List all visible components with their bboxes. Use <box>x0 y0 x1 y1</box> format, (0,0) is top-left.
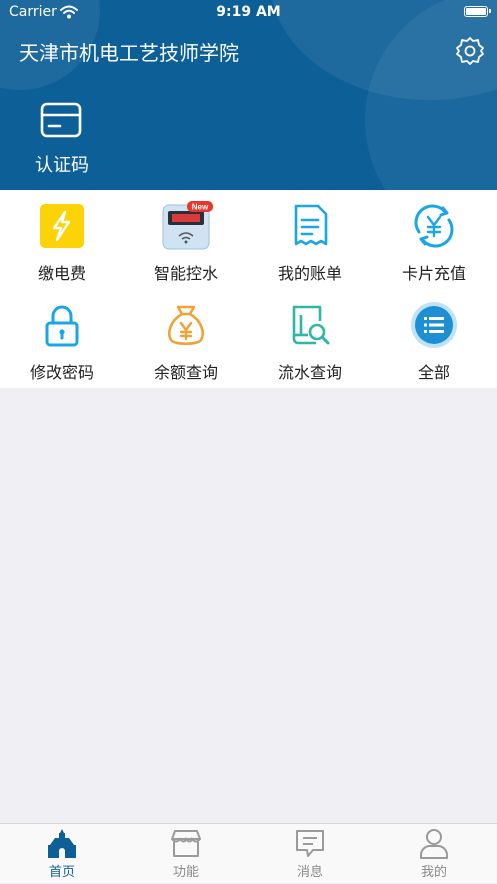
function-balance-query[interactable]: 余额查询 <box>124 289 248 388</box>
function-my-bill[interactable]: 我的账单 <box>248 190 372 289</box>
new-badge-label: New <box>192 203 209 212</box>
settings-gear-icon[interactable] <box>455 36 485 66</box>
tab-messages[interactable]: 消息 <box>248 824 372 884</box>
balance-bag-icon <box>168 305 204 346</box>
all-list-icon <box>411 302 457 348</box>
function-label: 余额查询 <box>153 363 218 382</box>
auth-code-button[interactable]: 认证码 <box>24 96 100 180</box>
new-badge: New <box>187 201 213 212</box>
card-recharge-icon <box>414 204 454 248</box>
message-icon <box>296 830 324 857</box>
function-card-recharge[interactable]: 卡片充值 <box>372 190 496 289</box>
function-all[interactable]: 全部 <box>372 289 496 388</box>
function-label: 智能控水 <box>153 264 218 283</box>
electricity-bill-icon <box>40 204 84 248</box>
store-icon <box>171 830 201 857</box>
tab-home[interactable]: 首页 <box>0 824 124 884</box>
tab-label: 首页 <box>48 865 75 880</box>
function-change-password[interactable]: 修改密码 <box>0 289 124 388</box>
person-icon <box>420 829 448 859</box>
function-pay-electricity[interactable]: 缴电费 <box>0 190 124 289</box>
auth-code-label: 认证码 <box>35 155 89 176</box>
function-transaction-query[interactable]: 流水查询 <box>248 289 372 388</box>
function-grid: 缴电费 New 智能控水 我的账单 卡片充值 修改密码 余额查询 流水查询 全部 <box>0 190 497 388</box>
bill-icon <box>294 204 328 246</box>
tab-bar: 首页 功能 消息 我的 <box>0 823 497 883</box>
function-label: 修改密码 <box>29 363 94 382</box>
function-label: 我的账单 <box>277 264 342 283</box>
tab-label: 功能 <box>172 865 199 880</box>
header: Carrier 9:19 AM 天津市机电工艺技师学院 认证码 <box>0 0 497 190</box>
page-title: 天津市机电工艺技师学院 <box>19 41 239 65</box>
function-label: 全部 <box>417 363 450 382</box>
function-label: 流水查询 <box>277 363 342 382</box>
tab-mine[interactable]: 我的 <box>372 824 496 884</box>
transaction-search-icon <box>292 305 330 345</box>
status-bar: Carrier 9:19 AM <box>0 0 497 26</box>
home-icon <box>48 829 76 858</box>
function-smart-water[interactable]: New 智能控水 <box>124 190 248 289</box>
function-label: 缴电费 <box>37 264 86 283</box>
battery-icon <box>464 6 491 17</box>
auth-card-icon <box>40 102 82 138</box>
lock-icon <box>45 305 79 347</box>
tab-functions[interactable]: 功能 <box>124 824 248 884</box>
tab-label: 消息 <box>296 865 323 880</box>
tab-label: 我的 <box>420 865 447 880</box>
status-time: 9:19 AM <box>216 4 281 20</box>
function-label: 卡片充值 <box>401 264 466 283</box>
